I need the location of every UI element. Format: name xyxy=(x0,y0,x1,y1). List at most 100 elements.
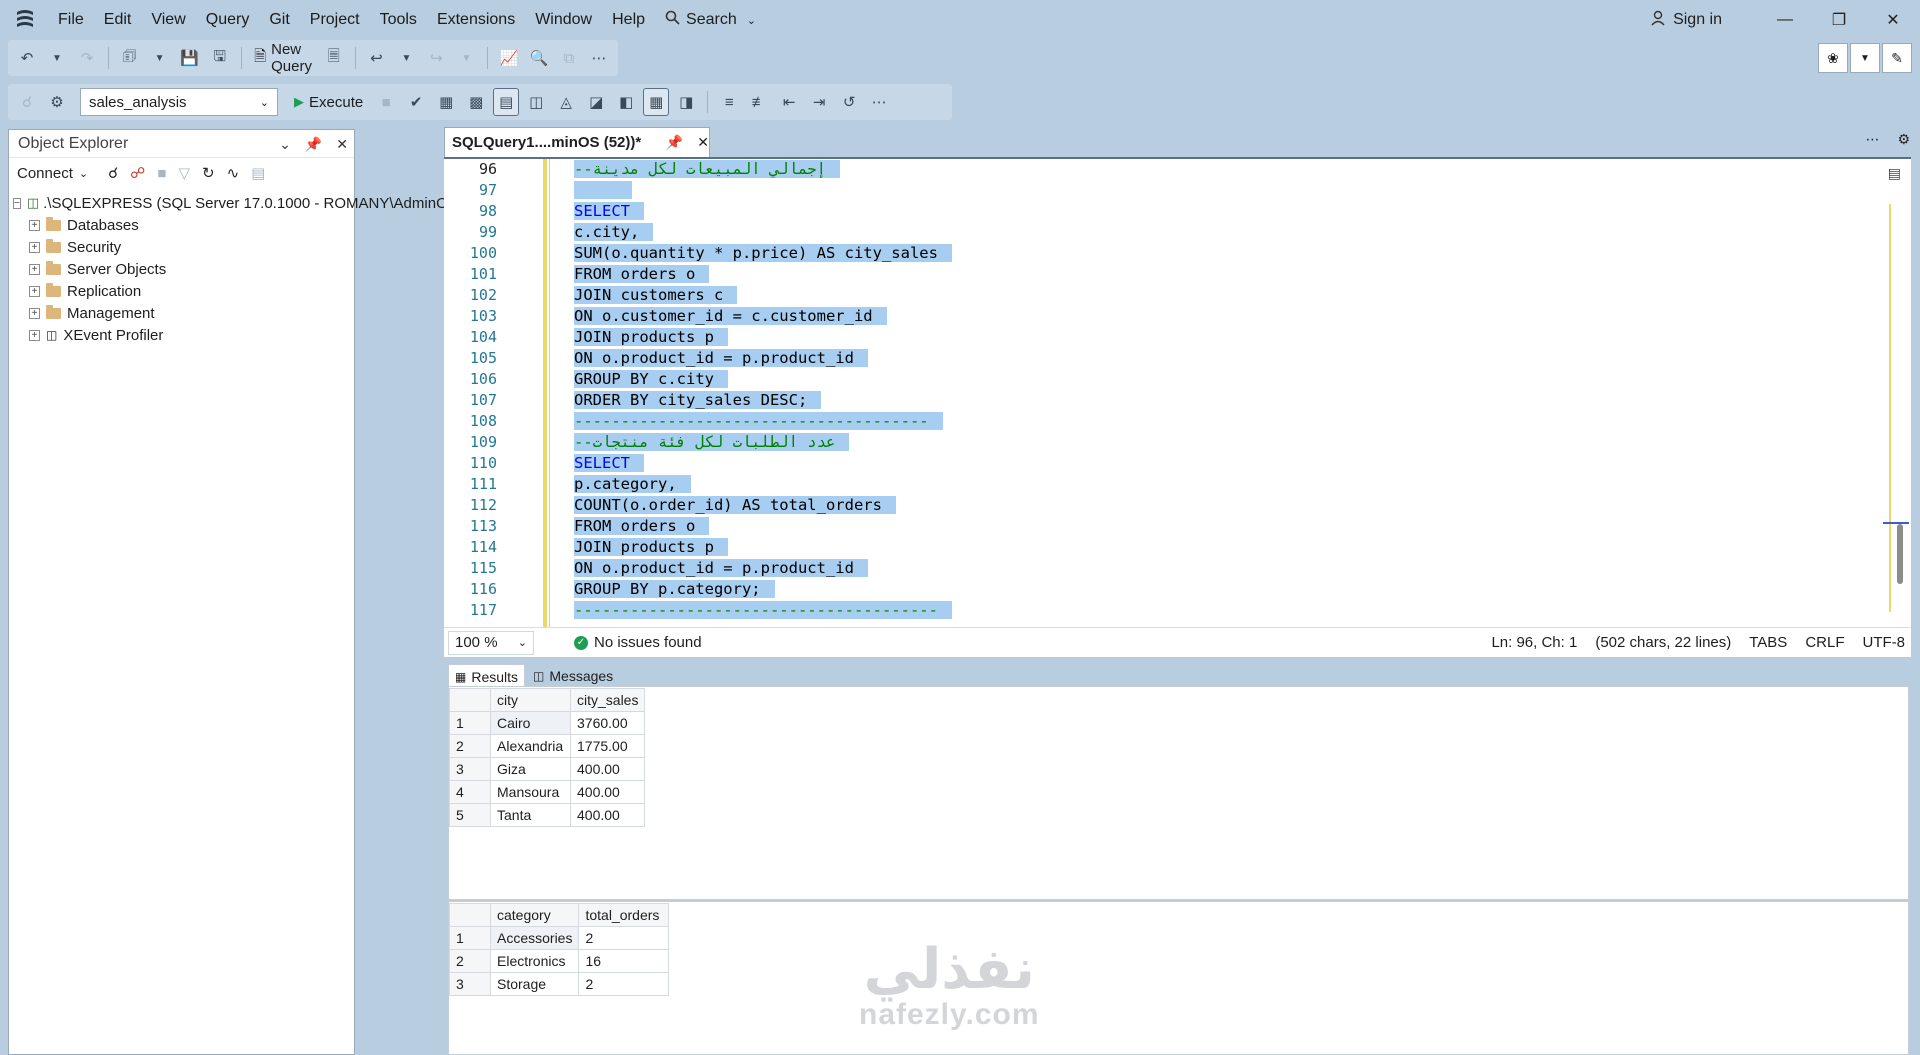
menu-help[interactable]: Help xyxy=(602,0,655,40)
tree-node-management[interactable]: + Management xyxy=(9,302,354,324)
chevron-down-icon[interactable]: ▼ xyxy=(453,44,479,72)
grid-cell[interactable]: Mansoura xyxy=(490,780,571,804)
expand-icon[interactable]: + xyxy=(29,285,40,297)
find-in-files-icon[interactable]: 🔍 xyxy=(526,44,552,72)
minimize-button[interactable]: — xyxy=(1758,0,1812,40)
new-project-icon[interactable]: 🗊 xyxy=(117,44,143,72)
tree-node-server[interactable]: − ◫ .\SQLEXPRESS (SQL Server 17.0.1000 -… xyxy=(9,192,458,214)
expand-icon[interactable]: + xyxy=(29,241,40,253)
menu-project[interactable]: Project xyxy=(300,0,370,40)
table-row[interactable]: 2 Electronics 16 xyxy=(449,949,670,973)
grid-cell[interactable]: 16 xyxy=(578,949,670,973)
tab-results[interactable]: ▦ Results xyxy=(448,664,526,688)
menu-file[interactable]: File xyxy=(48,0,94,40)
column-header[interactable]: category xyxy=(489,903,580,927)
close-icon[interactable]: ✕ xyxy=(336,136,348,153)
grid-cell[interactable]: Giza xyxy=(490,757,571,781)
issues-indicator[interactable]: ✓ No issues found xyxy=(574,634,702,651)
table-row[interactable]: 3 Storage 2 xyxy=(449,972,670,996)
query-editor[interactable]: 96 97 98 99 100 101 102 103 104 105 106 … xyxy=(444,157,1911,627)
activity-icon[interactable]: ∿ xyxy=(227,164,240,182)
more-icon[interactable]: ⋯ xyxy=(1865,131,1879,148)
increase-indent-icon[interactable]: ⇥ xyxy=(806,88,832,116)
editor-scrollbar[interactable] xyxy=(1883,204,1909,612)
connect-icon[interactable]: ☌ xyxy=(108,164,118,182)
table-row[interactable]: 4 Mansoura 400.00 xyxy=(449,780,646,804)
tab-sqlquery1[interactable]: SQLQuery1....minOS (52))* 📌 ✕ xyxy=(444,127,710,157)
more-icon[interactable]: ⋯ xyxy=(586,44,612,72)
chevron-down-icon[interactable]: ⌄ xyxy=(279,136,291,153)
back-icon[interactable]: ↶ xyxy=(14,44,40,72)
indent-mode[interactable]: TABS xyxy=(1749,634,1787,651)
menu-query[interactable]: Query xyxy=(196,0,260,40)
disconnect-icon[interactable]: ☍ xyxy=(130,164,145,182)
tree-node-server-objects[interactable]: + Server Objects xyxy=(9,258,354,280)
close-window-button[interactable]: ✕ xyxy=(1866,0,1920,40)
column-header[interactable]: city xyxy=(490,688,571,712)
table-row[interactable]: 2 Alexandria 1775.00 xyxy=(449,734,646,758)
database-select[interactable]: sales_analysis ⌄ xyxy=(80,88,278,116)
tab-messages[interactable]: ◫ Messages xyxy=(527,664,619,688)
pin-icon[interactable]: 📌 xyxy=(305,136,322,153)
include-plan-icon[interactable]: ◫ xyxy=(523,88,549,116)
sign-in-button[interactable]: Sign in xyxy=(1651,10,1722,31)
stop-icon[interactable]: ■ xyxy=(157,165,166,182)
results-grid-icon[interactable]: ▦ xyxy=(643,88,670,116)
line-ending[interactable]: CRLF xyxy=(1805,634,1844,651)
activity-monitor-icon[interactable]: 🗏 xyxy=(321,44,347,72)
chevron-down-icon[interactable]: ▼ xyxy=(1850,43,1880,73)
grid-cell[interactable]: 2 xyxy=(578,926,670,950)
table-row[interactable]: 1 Cairo 3760.00 xyxy=(449,711,646,735)
feedback-icon[interactable]: ✎ xyxy=(1882,43,1912,73)
menu-view[interactable]: View xyxy=(141,0,195,40)
undo-icon[interactable]: ↩ xyxy=(363,44,389,72)
expand-icon[interactable]: + xyxy=(29,263,40,275)
encoding[interactable]: UTF-8 xyxy=(1863,634,1906,651)
table-row[interactable]: 3 Giza 400.00 xyxy=(449,757,646,781)
restore-button[interactable]: ❐ xyxy=(1812,0,1866,40)
menu-git[interactable]: Git xyxy=(259,0,299,40)
forward-icon[interactable]: ↷ xyxy=(74,44,100,72)
expand-icon[interactable]: + xyxy=(29,219,40,231)
scrollbar-thumb[interactable] xyxy=(1897,524,1903,584)
gear-icon[interactable]: ⚙ xyxy=(1897,131,1910,148)
zoom-select[interactable]: 100 % ⌄ xyxy=(448,630,534,655)
search-box[interactable]: Search ⌄ xyxy=(655,10,766,30)
expand-icon[interactable]: + xyxy=(29,307,40,319)
connect-button[interactable]: Connect ⌄ xyxy=(17,165,88,182)
grid-cell[interactable]: 3760.00 xyxy=(569,711,646,735)
grid-cell[interactable]: Cairo xyxy=(490,711,571,735)
chevron-down-icon[interactable]: ▼ xyxy=(44,44,70,72)
uncomment-icon[interactable]: ≢ xyxy=(746,88,772,116)
close-icon[interactable]: ✕ xyxy=(697,134,709,151)
grid-cell[interactable]: Storage xyxy=(489,972,580,996)
results-grid-category-orders[interactable]: category total_orders 1 Accessories 2 2 … xyxy=(449,903,670,996)
pin-icon[interactable]: 📌 xyxy=(666,134,683,151)
cursor-position[interactable]: Ln: 96, Ch: 1 xyxy=(1491,634,1577,651)
menu-extensions[interactable]: Extensions xyxy=(427,0,525,40)
chevron-down-icon[interactable]: ▼ xyxy=(147,44,173,72)
save-icon[interactable]: 💾 xyxy=(177,44,203,72)
specify-values-icon[interactable]: ↺ xyxy=(836,88,862,116)
grid-cell[interactable]: 400.00 xyxy=(569,803,646,827)
results-text-icon[interactable]: ◧ xyxy=(613,88,639,116)
results-grid-city-sales[interactable]: city city_sales 1 Cairo 3760.00 2 Alexan… xyxy=(449,688,646,827)
chevron-down-icon[interactable]: ▼ xyxy=(393,44,419,72)
redo-icon[interactable]: ↪ xyxy=(423,44,449,72)
grid-cell[interactable]: Alexandria xyxy=(490,734,571,758)
tree-node-security[interactable]: + Security xyxy=(9,236,354,258)
menu-tools[interactable]: Tools xyxy=(370,0,427,40)
grid-cell[interactable]: Accessories xyxy=(489,926,580,950)
client-stats-icon[interactable]: ◪ xyxy=(583,88,609,116)
menu-edit[interactable]: Edit xyxy=(94,0,142,40)
table-row[interactable]: 5 Tanta 400.00 xyxy=(449,803,646,827)
decrease-indent-icon[interactable]: ⇤ xyxy=(776,88,802,116)
tree-node-databases[interactable]: + Databases xyxy=(9,214,354,236)
column-header[interactable]: city_sales xyxy=(569,688,646,712)
query-options-icon[interactable]: ▩ xyxy=(463,88,489,116)
results-to-file-icon[interactable]: ▤ xyxy=(493,88,520,116)
results-file-icon[interactable]: ◨ xyxy=(673,88,699,116)
tree-node-xevent-profiler[interactable]: + ◫ XEvent Profiler xyxy=(9,324,354,346)
grid-cell[interactable]: 400.00 xyxy=(569,780,646,804)
column-header[interactable]: total_orders xyxy=(578,903,670,927)
